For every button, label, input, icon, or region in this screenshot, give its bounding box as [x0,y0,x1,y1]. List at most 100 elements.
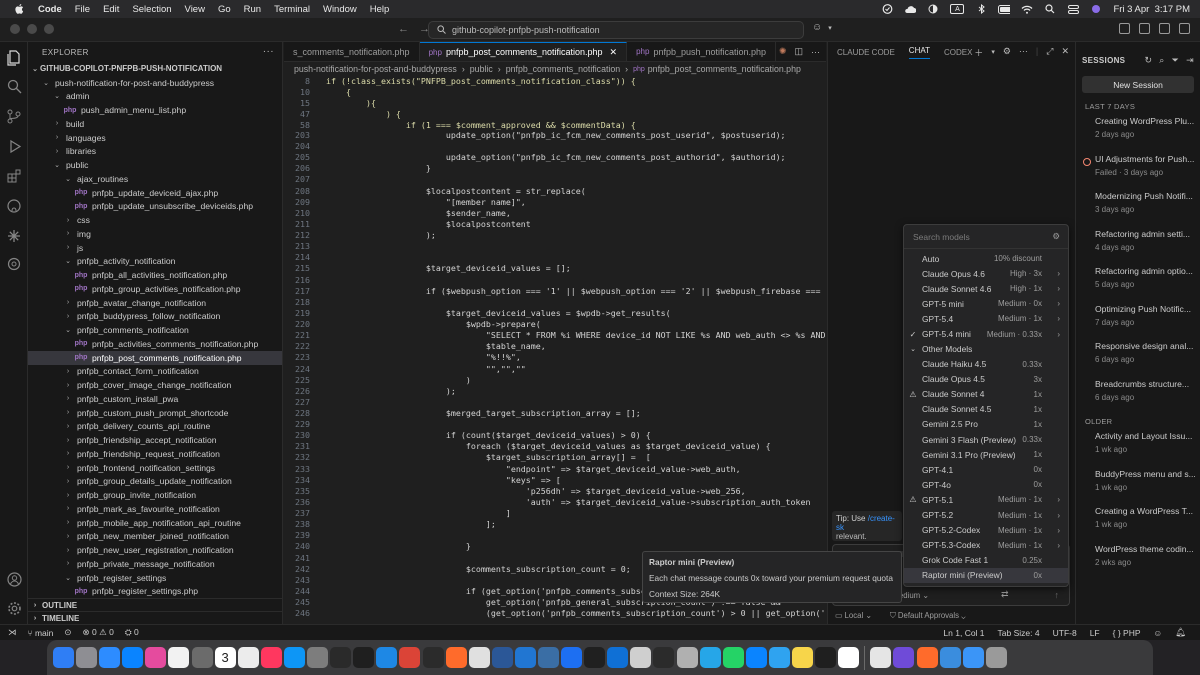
dock-app-icon[interactable] [491,647,513,668]
menu-run[interactable]: Run [244,4,261,15]
new-chat-icon[interactable]: ＋ [974,46,983,59]
dock-app-icon[interactable] [145,647,167,668]
dock-app-icon[interactable] [237,647,259,668]
dock-app-icon[interactable] [653,647,675,668]
menu-selection[interactable]: Selection [132,4,171,15]
file-encoding[interactable]: UTF-8 [1053,628,1077,638]
sticky-code-line[interactable]: if (1 === $comment_approved && $commentD… [326,120,636,130]
model-option[interactable]: GPT-5.3-Codex Medium · 1x › [904,538,1068,553]
code-line[interactable]: "keys" => [ [326,475,561,485]
chevron-right-icon[interactable]: › [1057,314,1060,323]
folder-item[interactable]: ⌄ public [28,158,282,172]
explorer-icon[interactable] [4,48,24,68]
model-option[interactable]: ⚠ GPT-5.1 Medium · 1x › [904,492,1068,507]
sticky-code-line[interactable]: ) { [326,109,401,119]
model-option[interactable]: Grok Code Fast 1 0.25x [904,553,1068,568]
chevron-right-icon[interactable]: › [1057,526,1060,535]
code-line[interactable]: $target_subscription_array[] = [ [326,452,651,462]
command-center-search[interactable]: github-copilot-pnfpb-push-notification [428,21,804,39]
folder-item[interactable]: ⌄ ajax_routines [28,172,282,186]
close-window-button[interactable] [10,24,20,34]
split-editor-icon[interactable]: ◫ [794,46,803,57]
model-option[interactable]: Claude Sonnet 4.6 High · 1x › [904,281,1068,296]
workspace-root[interactable]: ⌄ GITHUB-COPILOT-PNFPB-PUSH-NOTIFICATION [28,62,282,76]
session-item[interactable]: Modernizing Push Notifi... 3 days ago [1076,191,1200,226]
dock-app-icon[interactable] [514,647,536,668]
menu-app-name[interactable]: Code [38,4,62,15]
dock-app-icon[interactable] [468,647,490,668]
folder-item[interactable]: › pnfpb_contact_form_notification [28,365,282,379]
control-center-icon[interactable] [1067,4,1079,14]
search-icon[interactable]: ⌕ [1159,55,1164,66]
code-line[interactable]: $sender_name, [326,208,511,218]
tab-chat[interactable]: CHAT [908,46,930,59]
chevron-down-icon[interactable]: ▾ [828,24,832,33]
model-option[interactable]: Claude Opus 4.6 High · 3x › [904,266,1068,281]
session-item[interactable]: WordPress theme codin... 2 wks ago [1076,544,1200,579]
chevron-right-icon[interactable]: › [1057,269,1060,278]
dock-app-icon[interactable] [53,647,74,668]
session-item[interactable]: Breadcrumbs structure... 6 days ago [1076,379,1200,414]
dock-app-icon[interactable] [916,647,938,668]
code-editor[interactable]: 203 update_option("pnfpb_ic_fcm_new_comm… [284,76,826,624]
dock-app-icon[interactable] [676,647,698,668]
code-line[interactable]: foreach ($target_deviceid_values as $tar… [326,441,771,451]
model-option[interactable]: GPT-5.2 Medium · 1x › [904,508,1068,523]
menu-go[interactable]: Go [218,4,231,15]
source-control-icon[interactable] [4,106,24,126]
folder-item[interactable]: › build [28,117,282,131]
send-icon[interactable]: ↑ [1055,590,1060,600]
menu-view[interactable]: View [185,4,205,15]
code-line[interactable]: } [326,163,431,173]
problems-indicator[interactable]: ⊗ 0 ⚠ 0 [83,627,114,638]
dock-app-icon[interactable] [607,647,629,668]
chevron-right-icon[interactable]: › [1057,495,1060,504]
folder-item[interactable]: › js [28,241,282,255]
claude-spark-icon[interactable]: ✺ [779,46,787,57]
bluetooth-icon[interactable] [975,4,987,14]
session-item[interactable]: Optimizing Push Notific... 7 days ago [1076,304,1200,339]
code-line[interactable]: ); [326,230,436,240]
input-source-icon[interactable]: A [950,4,965,14]
file-item[interactable]: php pnfpb_update_deviceid_ajax.php [28,186,282,200]
dock-app-icon[interactable] [307,647,329,668]
back-arrow-icon[interactable]: ← [398,23,409,35]
dock-app-icon[interactable] [792,647,813,668]
file-item[interactable]: php pnfpb_all_activities_notification.php [28,268,282,282]
code-line[interactable]: $merged_target_subscription_array = []; [326,408,641,418]
tab-comments-notification[interactable]: s_comments_notification.php [284,42,420,61]
file-item[interactable]: php pnfpb_group_activities_notification.p… [28,282,282,296]
session-item[interactable]: Responsive design anal... 6 days ago [1076,341,1200,376]
apple-icon[interactable] [12,2,26,16]
code-line[interactable]: $target_deviceid_values = $wpdb->get_res… [326,308,671,318]
folder-item[interactable]: › pnfpb_delivery_counts_api_routine [28,420,282,434]
code-line[interactable]: update_option("pnfpb_ic_fcm_new_comments… [326,152,786,162]
code-line[interactable]: "%!!%", [326,352,521,362]
code-line[interactable]: 'p256dh' => $target_deviceid_value->web_… [326,486,746,496]
folder-item[interactable]: › pnfpb_avatar_change_notification [28,296,282,310]
more-actions-icon[interactable]: ··· [263,46,274,57]
dock-app-icon[interactable] [768,647,790,668]
menu-file[interactable]: File [75,4,90,15]
maximize-icon[interactable]: ⤢ [1046,46,1053,59]
model-option[interactable]: Gemini 3.1 Pro (Preview) 1x [904,447,1068,462]
dock-app-icon[interactable] [561,647,583,668]
other-models-group[interactable]: ⌄ Other Models [904,342,1068,357]
code-line[interactable]: ) [326,375,471,385]
dock-app-icon[interactable] [376,647,398,668]
spotlight-search-icon[interactable] [1044,4,1056,14]
minimize-window-button[interactable] [27,24,37,34]
copilot-status-icon[interactable] [881,4,893,14]
dock-app-icon[interactable] [870,647,892,668]
code-line[interactable]: "endpoint" => $target_deviceid_value->we… [326,464,741,474]
menubar-clock[interactable]: Fri 3 Apr 3:17 PM [1113,4,1190,15]
dock-app-icon[interactable] [122,647,144,668]
code-line[interactable]: (get_option('pnfpb_comments_subscription… [326,608,826,618]
file-item[interactable]: php pnfpb_activities_comments_notificatio… [28,337,282,351]
folder-item[interactable]: › pnfpb_group_details_update_notification [28,475,282,489]
local-session-button[interactable]: ▭ Local ⌄ [835,611,872,621]
dock-app-icon[interactable] [939,647,961,668]
menu-window[interactable]: Window [323,4,357,15]
folder-item[interactable]: › pnfpb_new_user_registration_notificatio… [28,543,282,557]
folder-item[interactable]: › pnfpb_friendship_accept_notification [28,433,282,447]
